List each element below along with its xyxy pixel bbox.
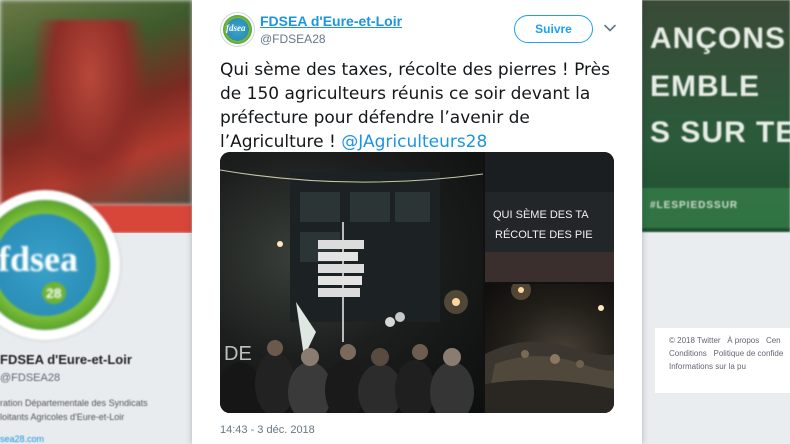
background-profile-handle: @FDSEA28 <box>0 372 61 384</box>
background-banner-line: S SUR TE <box>650 116 790 149</box>
background-banner-line: EMBLE <box>650 70 760 103</box>
background-avatar-number: 28 <box>42 282 66 304</box>
photo-graffiti-wall[interactable]: QUI SÈME DES TA RÉCOLTE DES PIE <box>485 152 614 282</box>
author-name[interactable]: FDSEA d'Eure-et-Loir <box>260 13 402 29</box>
background-person-figure <box>30 20 150 205</box>
tweet-card: fdsea FDSEA d'Eure-et-Loir @FDSEA28 Suiv… <box>192 0 642 444</box>
background-avatar-text: fdsea <box>0 239 78 279</box>
background-profile-name: FDSEA d'Eure-et-Loir <box>0 352 132 367</box>
photo-main-crowd[interactable]: DE <box>220 152 483 413</box>
author-handle[interactable]: @FDSEA28 <box>260 32 326 46</box>
footer-privacy-link[interactable]: Politique de confide <box>713 349 783 358</box>
background-profile-description: ration Départementale des Syndicats loit… <box>0 396 192 424</box>
debris-photo-illustration <box>485 284 614 413</box>
graffiti-line-2: RÉCOLTE DES PIE <box>495 228 593 241</box>
background-footer-links: © 2018 Twitter À propos Cen Conditions P… <box>655 328 790 393</box>
footer-center-link[interactable]: Cen <box>766 336 781 345</box>
footer-copyright[interactable]: © 2018 Twitter <box>669 336 721 345</box>
chevron-down-icon[interactable] <box>602 20 618 36</box>
footer-terms-link[interactable]: Conditions <box>669 349 707 358</box>
background-banner-line: ANÇONS <box>650 22 787 55</box>
graffiti-line-1: QUI SÈME DES TA <box>493 208 589 221</box>
photo-debris-street[interactable] <box>485 284 614 413</box>
background-cover-photo-left <box>0 0 192 205</box>
background-banner-right: ANÇONS EMBLE S SUR TE #LESPIEDSSUR <box>642 0 790 232</box>
svg-text:DE: DE <box>224 343 252 365</box>
tweet-timestamp[interactable]: 14:43 - 3 déc. 2018 <box>220 424 315 436</box>
crowd-photo-illustration: DE <box>220 169 483 413</box>
mention-link[interactable]: @JAgriculteurs28 <box>341 132 487 152</box>
background-banner-hashtag: #LESPIEDSSUR <box>650 200 739 211</box>
avatar-logo-text: fdsea <box>226 23 246 33</box>
background-profile-link[interactable]: sea28.com <box>0 434 44 444</box>
background-description-line: loitants Agricoles d'Eure-et-Loir <box>0 412 125 422</box>
footer-ads-info-link[interactable]: Informations sur la pu <box>669 362 746 371</box>
background-description-line: ration Départementale des Syndicats <box>0 398 148 408</box>
footer-about-link[interactable]: À propos <box>727 336 759 345</box>
tweet-text: Qui sème des taxes, récolte des pierres … <box>220 58 630 154</box>
graffiti-photo-illustration: QUI SÈME DES TA RÉCOLTE DES PIE <box>485 152 614 282</box>
tweet-media-grid: DE QUI SÈME DES TA RÉCOLTE DES PIE <box>220 152 614 413</box>
author-avatar[interactable]: fdsea <box>220 12 255 47</box>
follow-button[interactable]: Suivre <box>514 15 593 43</box>
